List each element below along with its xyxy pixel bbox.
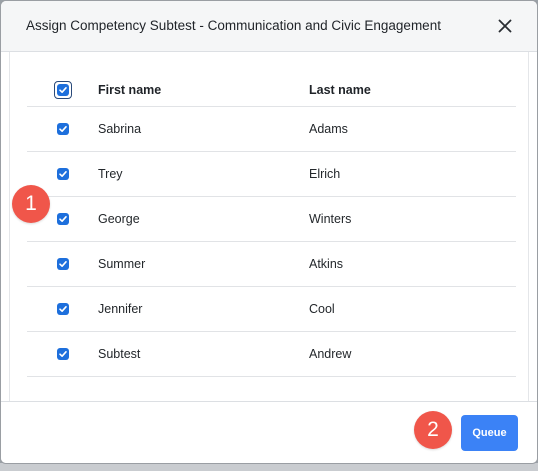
step-1-badge: 1 (12, 185, 50, 223)
row-checkbox[interactable] (57, 303, 69, 315)
cell-first-name: George (98, 212, 140, 226)
table-row: Summer Atkins (27, 242, 516, 287)
assign-subtest-dialog: Assign Competency Subtest - Communicatio… (0, 0, 538, 464)
cell-first-name: Trey (98, 167, 123, 181)
checkmark-icon (59, 306, 67, 312)
cell-last-name: Winters (309, 212, 352, 226)
checkmark-icon (59, 126, 67, 132)
row-checkbox[interactable] (57, 213, 69, 225)
column-header-first-name[interactable]: First name (98, 83, 161, 97)
checkmark-icon (59, 171, 67, 177)
cell-last-name: Atkins (309, 257, 344, 271)
dialog-title: Assign Competency Subtest - Communicatio… (26, 18, 441, 33)
table-row: Sabrina Adams (27, 107, 516, 152)
students-table: First name Last name Sabrina Adams Trey … (27, 73, 516, 377)
row-checkbox[interactable] (57, 123, 69, 135)
table-header-row: First name Last name (27, 73, 516, 107)
table-row: Subtest Andrew (27, 332, 516, 377)
dialog-body: First name Last name Sabrina Adams Trey … (9, 52, 529, 401)
column-header-last-name[interactable]: Last name (309, 83, 371, 97)
checkmark-icon (59, 261, 67, 267)
close-button[interactable] (495, 16, 515, 36)
row-checkbox[interactable] (57, 168, 69, 180)
cell-first-name: Jennifer (98, 302, 143, 316)
checkmark-icon (59, 86, 67, 93)
step-2-badge: 2 (414, 411, 452, 449)
select-all-checkbox[interactable] (54, 80, 72, 99)
cell-first-name: Subtest (98, 347, 141, 361)
table-row: Jennifer Cool (27, 287, 516, 332)
checkmark-icon (59, 351, 67, 357)
row-checkbox[interactable] (57, 348, 69, 360)
cell-first-name: Sabrina (98, 122, 142, 136)
queue-button[interactable]: Queue (461, 415, 518, 451)
checkbox-checked (57, 83, 69, 96)
dialog-footer: Queue (1, 401, 537, 463)
cell-last-name: Cool (309, 302, 335, 316)
table-row: George Winters (27, 197, 516, 242)
cell-first-name: Summer (98, 257, 146, 271)
cell-last-name: Andrew (309, 347, 352, 361)
page-backdrop (0, 463, 538, 471)
checkmark-icon (59, 216, 67, 222)
cell-last-name: Elrich (309, 167, 341, 181)
dialog-header: Assign Competency Subtest - Communicatio… (1, 1, 537, 52)
cell-last-name: Adams (309, 122, 348, 136)
row-checkbox[interactable] (57, 258, 69, 270)
close-icon (498, 19, 512, 33)
table-row: Trey Elrich (27, 152, 516, 197)
